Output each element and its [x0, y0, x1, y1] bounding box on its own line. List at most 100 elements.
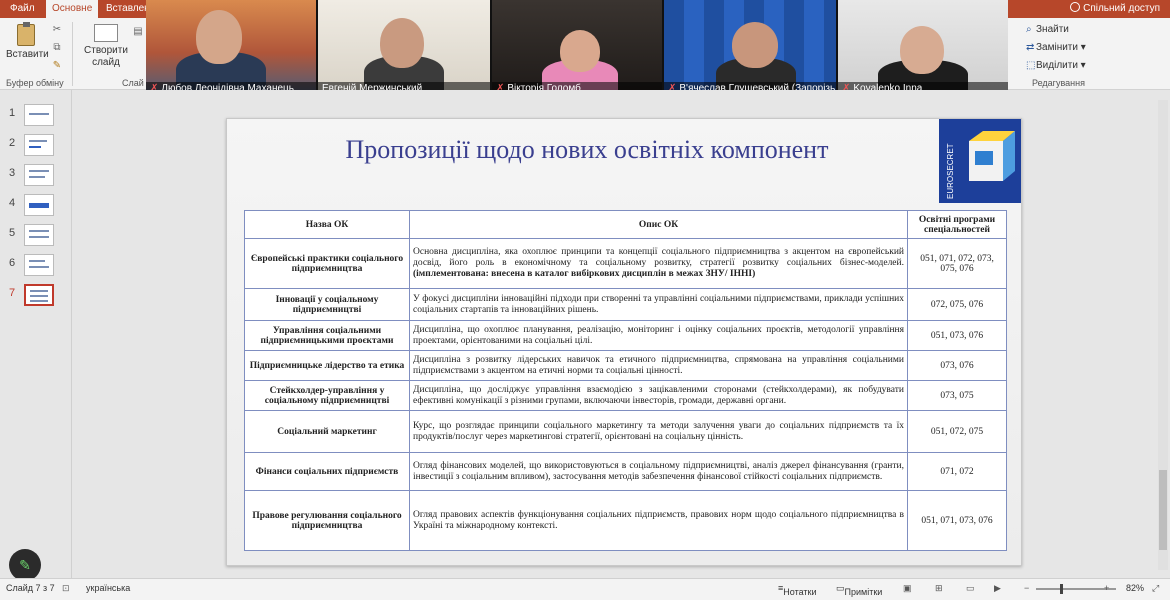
comments-button[interactable]: ▭ Примітки [836, 583, 882, 597]
zoom-in-button[interactable]: + [1104, 583, 1109, 593]
tab-home[interactable]: Основне [46, 0, 99, 18]
zoom-level[interactable]: 82% [1126, 583, 1144, 593]
course-name: Європейські практики соціального підприє… [244, 238, 410, 289]
eurosecret-logo: EUROSECRET [939, 119, 1021, 203]
course-programs: 072, 075, 076 [907, 288, 1007, 321]
clipboard-icon [17, 22, 35, 46]
course-proposals-table: Назва ОК Опис ОК Освітні програми спеціа… [244, 210, 1007, 551]
column-header: Освітні програми спеціальностей [907, 210, 1007, 239]
slide-thumbnail[interactable]: 6 [0, 252, 72, 278]
table-row: Соціальний маркетинг Курс, що розглядає … [244, 410, 1007, 453]
replace-button[interactable]: ⇄ Замінити ▾ [1026, 42, 1086, 53]
table-row: Фінанси соціальних підприємств Огляд фін… [244, 452, 1007, 491]
language-indicator[interactable]: українська [86, 583, 130, 593]
course-programs: 071, 072 [907, 452, 1007, 491]
participant-tile[interactable]: ✗ Kovalenko Inna [838, 0, 1008, 96]
course-name: Правове регулювання соціального підприєм… [244, 490, 410, 551]
table-row: Європейські практики соціального підприє… [244, 238, 1007, 289]
logo-graphic: EUROSECRET [939, 119, 1021, 203]
participant-tile[interactable]: ✗ Любов Леонідівна Маханець [146, 0, 316, 96]
slide-thumbnail[interactable]: 3 [0, 162, 72, 188]
replace-icon: ⇄ [1026, 42, 1035, 53]
slide-thumbnail-active[interactable]: 7 [0, 282, 72, 308]
course-description: Огляд фінансових моделей, що використову… [409, 452, 908, 491]
slide-thumbnail[interactable]: 2 [0, 132, 72, 158]
participant-avatar [900, 26, 944, 74]
participant-tile[interactable]: ✗ Вікторія Голомб [492, 0, 662, 96]
course-description: Дисципліна з розвитку лідерських навичок… [409, 350, 908, 381]
person-icon [1070, 2, 1081, 12]
slide-title[interactable]: Пропозиції щодо нових освітніх компонент [247, 135, 927, 165]
course-name: Підприємницьке лідерство та етика [244, 350, 410, 381]
course-description: Курс, що розглядає принципи соціального … [409, 410, 908, 453]
clipboard-group-label: Буфер обміну [6, 78, 64, 88]
pen-icon[interactable]: ✎ [9, 549, 41, 581]
participant-avatar [196, 10, 242, 64]
format-painter-icon[interactable]: ✎ [50, 60, 64, 71]
normal-view-icon[interactable]: ▣ [903, 583, 912, 594]
course-programs: 073, 076 [907, 350, 1007, 381]
zoom-out-button[interactable]: − [1024, 583, 1029, 593]
vertical-ruler [74, 100, 82, 570]
paste-button[interactable]: Вставити [6, 22, 49, 60]
reading-view-icon[interactable]: ▭ [966, 583, 975, 594]
course-description: Дисципліна, що охоплює планування, реалі… [409, 320, 908, 351]
scrollbar-thumb[interactable] [1159, 470, 1167, 550]
status-bar: Слайд 7 з 7 ⊡ українська ≡ Нотатки ▭ При… [0, 578, 1170, 600]
search-icon: ⌕ [1026, 24, 1032, 35]
select-button[interactable]: ⬚Виділити ▾ [1026, 60, 1086, 71]
ribbon-divider [72, 22, 73, 86]
slide-thumbnail[interactable]: 1 [0, 102, 72, 128]
tab-file[interactable]: Файл [4, 0, 41, 18]
column-header: Опис ОК [409, 210, 908, 239]
cut-icon[interactable]: ✂ [50, 24, 64, 35]
layout-icon[interactable]: ▤ [132, 26, 144, 37]
course-name: Фінанси соціальних підприємств [244, 452, 410, 491]
vertical-scrollbar[interactable] [1158, 100, 1168, 570]
slide[interactable]: Пропозиції щодо нових освітніх компонент… [226, 118, 1022, 566]
powerpoint-window: Файл Основне Вставлен Спільний доступ Вс… [0, 0, 1170, 600]
slide-thumbnail[interactable]: 5 [0, 222, 72, 248]
course-name: Управління соціальними підприємницькими … [244, 320, 410, 351]
slide-counter: Слайд 7 з 7 [6, 583, 55, 593]
course-description: У фокусі дисципліни інноваційні підходи … [409, 288, 908, 321]
table-row: Підприємницьке лідерство та етика Дисцип… [244, 350, 1007, 381]
participant-avatar [380, 18, 424, 68]
share-button[interactable]: Спільний доступ [1070, 0, 1160, 18]
slide-sorter-icon[interactable]: ⊞ [935, 583, 943, 594]
course-programs: 051, 071, 072, 073, 075, 076 [907, 238, 1007, 289]
zoom-slider-handle[interactable] [1060, 584, 1063, 594]
participant-tile[interactable]: ✗ В'ячеслав Глущевський (Запорізь... [664, 0, 836, 96]
table-row: Управління соціальними підприємницькими … [244, 320, 1007, 351]
copy-icon[interactable]: ⧉ [50, 42, 64, 53]
notes-button[interactable]: ≡ Нотатки [778, 583, 817, 597]
slideshow-icon[interactable]: ▶ [994, 583, 1001, 594]
svg-text:EUROSECRET: EUROSECRET [946, 143, 955, 199]
course-description: Дисципліна, що досліджує управління взає… [409, 380, 908, 411]
new-slide-icon [94, 24, 118, 42]
slide-thumbnail-pane: 1 2 3 4 5 6 7 [0, 90, 72, 578]
find-button[interactable]: ⌕ Знайти [1026, 24, 1069, 35]
course-description: Основна дисципліна, яка охоплює принципи… [409, 238, 908, 289]
participant-tile[interactable]: Евгеній Мержинський [318, 0, 490, 96]
accessibility-icon[interactable]: ⊡ [62, 583, 70, 594]
course-programs: 051, 073, 076 [907, 320, 1007, 351]
select-icon: ⬚ [1026, 60, 1036, 71]
fit-to-window-icon[interactable]: ⤢ [1152, 583, 1159, 594]
table-header-row: Назва ОК Опис ОК Освітні програми спеціа… [244, 210, 1007, 239]
course-name: Інновації у соціальному підприємництві [244, 288, 410, 321]
course-programs: 051, 071, 073, 076 [907, 490, 1007, 551]
course-name: Стейкхолдер-управління у соціальному під… [244, 380, 410, 411]
table-row: Правове регулювання соціального підприєм… [244, 490, 1007, 551]
course-description: Огляд правових аспектів функціонування с… [409, 490, 908, 551]
column-header: Назва ОК [244, 210, 410, 239]
slides-group-label: Слай [122, 78, 144, 88]
course-programs: 073, 075 [907, 380, 1007, 411]
slide-thumbnail[interactable]: 4 [0, 192, 72, 218]
course-programs: 051, 072, 075 [907, 410, 1007, 453]
table-row: Інновації у соціальному підприємництві У… [244, 288, 1007, 321]
course-name: Соціальний маркетинг [244, 410, 410, 453]
editing-group-label: Редагування [1032, 78, 1085, 88]
video-participant-strip: ✗ Любов Леонідівна Маханець Евгеній Мержи… [146, 0, 1008, 96]
new-slide-button[interactable]: Створити слайд [82, 24, 130, 69]
